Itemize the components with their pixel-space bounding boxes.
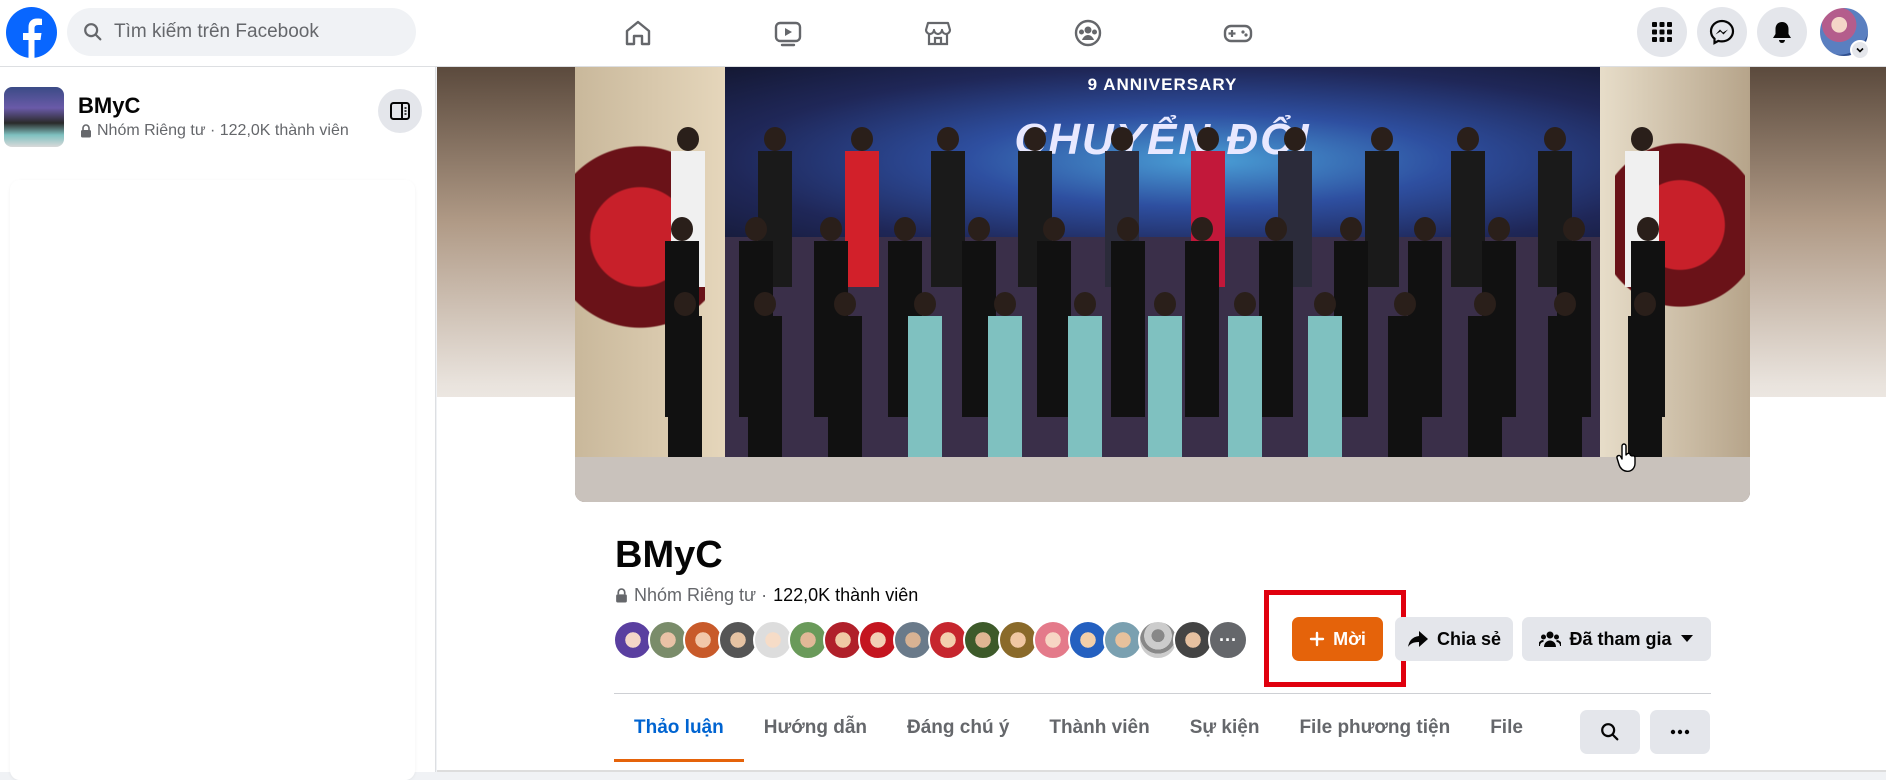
more-dots-icon: ··· (1219, 629, 1237, 650)
collapse-sidebar-button[interactable] (378, 89, 422, 133)
share-icon (1407, 631, 1428, 647)
member-avatar[interactable] (963, 620, 1003, 660)
menu-button[interactable] (1637, 7, 1687, 57)
member-avatar[interactable] (1103, 620, 1143, 660)
tab-featured[interactable]: Đáng chú ý (887, 694, 1029, 762)
caret-down-icon (1680, 635, 1693, 642)
marketplace-icon (924, 21, 952, 46)
group-main: 9 ANNIVERSARY CHUYỂN ĐỔI BMyC Nhóm Riêng… (437, 67, 1886, 772)
group-privacy: Nhóm Riêng tư · (634, 585, 768, 605)
search-icon (1601, 723, 1619, 741)
tab-discussion[interactable]: Thảo luận (614, 694, 744, 762)
member-avatars[interactable]: ··· (613, 620, 1248, 662)
member-avatar[interactable] (718, 620, 758, 660)
video-icon (774, 21, 802, 47)
member-avatar[interactable] (788, 620, 828, 660)
cover-photo[interactable]: 9 ANNIVERSARY CHUYỂN ĐỔI (575, 67, 1750, 502)
member-avatar[interactable] (858, 620, 898, 660)
tab-guides[interactable]: Hướng dẫn (744, 694, 887, 762)
tab-events[interactable]: Sự kiện (1170, 694, 1280, 762)
search-bar[interactable] (67, 8, 416, 56)
member-avatar[interactable] (753, 620, 793, 660)
group-search-button[interactable] (1580, 710, 1640, 754)
share-button[interactable]: Chia sẻ (1395, 617, 1513, 661)
cover-anniversary-text: 9 ANNIVERSARY (1087, 75, 1238, 94)
messenger-icon (1709, 19, 1735, 45)
lock-icon (616, 588, 627, 603)
more-members-avatar[interactable]: ··· (1208, 620, 1248, 660)
member-avatar[interactable] (823, 620, 863, 660)
member-avatar[interactable] (1173, 620, 1213, 660)
group-member-count[interactable]: 122,0K thành viên (773, 585, 918, 606)
member-avatar[interactable] (613, 620, 653, 660)
joined-button-label: Đã tham gia (1569, 628, 1672, 649)
member-avatar[interactable] (1138, 620, 1178, 660)
bell-icon (1773, 22, 1791, 43)
search-icon (84, 23, 102, 41)
member-avatar[interactable] (683, 620, 723, 660)
facebook-logo-icon[interactable] (6, 7, 57, 58)
chevron-down-icon[interactable] (1850, 40, 1870, 60)
group-title: BMyC (615, 534, 723, 576)
tab-media[interactable]: File phương tiện (1279, 694, 1470, 762)
hand-cursor-icon (1615, 443, 1637, 478)
menu-grid-icon (1652, 22, 1672, 42)
lock-icon (81, 124, 91, 138)
cover-floor (575, 457, 1750, 502)
group-sidebar: BMyC Nhóm Riêng tư · 122,0K thành viên (0, 67, 436, 780)
invite-button[interactable]: Mời (1292, 617, 1383, 661)
member-avatar[interactable] (1033, 620, 1073, 660)
share-button-label: Chia sẻ (1436, 628, 1502, 649)
member-avatar[interactable] (648, 620, 688, 660)
sidebar-group-meta-text: Nhóm Riêng tư · 122,0K thành viên (97, 122, 349, 139)
sidebar-group-meta: Nhóm Riêng tư · 122,0K thành viên (80, 122, 349, 140)
gaming-icon (1223, 24, 1253, 43)
tab-files[interactable]: File (1470, 694, 1543, 762)
plus-icon (1309, 631, 1325, 647)
gaming-tab[interactable] (1168, 8, 1308, 58)
members-icon (1539, 631, 1562, 647)
sidebar-toggle-icon (390, 102, 410, 120)
groups-icon (1074, 19, 1102, 47)
notifications-button[interactable] (1757, 7, 1807, 57)
search-input[interactable] (114, 21, 374, 43)
tab-members[interactable]: Thành viên (1029, 694, 1169, 762)
sidebar-content-card (10, 180, 415, 780)
member-avatar[interactable] (998, 620, 1038, 660)
people-front-row (645, 292, 1685, 482)
sidebar-group-name[interactable]: BMyC (78, 93, 140, 119)
more-options-button[interactable] (1650, 710, 1710, 754)
groups-tab[interactable] (1018, 8, 1158, 58)
video-tab[interactable] (718, 8, 858, 58)
group-meta: Nhóm Riêng tư · 122,0K thành viên (615, 585, 918, 606)
joined-button[interactable]: Đã tham gia (1522, 617, 1711, 661)
marketplace-tab[interactable] (868, 8, 1008, 58)
group-tabs: Thảo luận Hướng dẫn Đáng chú ý Thành viê… (614, 694, 1543, 762)
home-tab[interactable] (568, 8, 708, 58)
group-thumbnail[interactable] (4, 87, 64, 147)
member-avatar[interactable] (1068, 620, 1108, 660)
messenger-button[interactable] (1697, 7, 1747, 57)
member-avatar[interactable] (893, 620, 933, 660)
member-avatar[interactable] (928, 620, 968, 660)
top-navigation-bar (0, 0, 1886, 67)
invite-button-label: Mời (1333, 628, 1366, 649)
more-horizontal-icon (1670, 729, 1690, 735)
home-icon (625, 20, 651, 46)
